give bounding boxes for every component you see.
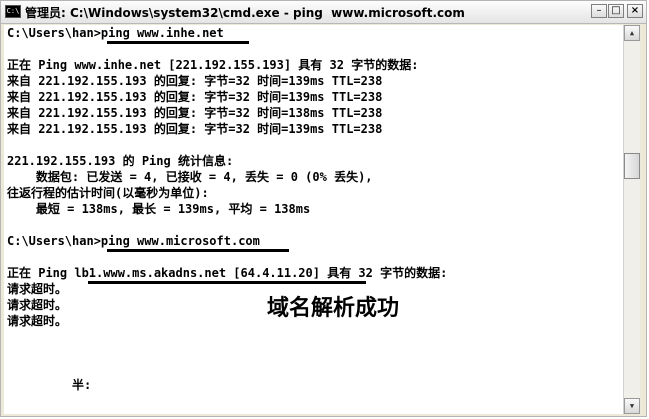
title-bar[interactable]: C:\ 管理员: C:\Windows\system32\cmd.exe - p… xyxy=(1,1,646,24)
cmd-window: C:\ 管理员: C:\Windows\system32\cmd.exe - p… xyxy=(0,0,647,417)
console-line: 正在 Ping lb1.www.ms.akadns.net [64.4.11.2… xyxy=(7,266,448,280)
console-line: C:\Users\han>ping www.inhe.net xyxy=(7,26,224,40)
annotation-label: 域名解析成功 xyxy=(267,296,400,321)
window-title: 管理员: C:\Windows\system32\cmd.exe - ping … xyxy=(25,6,465,20)
scroll-down-icon[interactable]: ▼ xyxy=(624,398,640,414)
console-line: C:\Users\han>ping www.microsoft.com xyxy=(7,234,260,248)
console-line: 来自 221.192.155.193 的回复: 字节=32 时间=139ms T… xyxy=(7,74,383,88)
console-line: 请求超时。 xyxy=(7,298,68,312)
console-line: 请求超时。 xyxy=(7,314,68,328)
command-underline xyxy=(107,249,289,252)
scroll-thumb[interactable] xyxy=(624,153,640,179)
scroll-up-icon[interactable]: ▲ xyxy=(624,25,640,41)
vertical-scrollbar[interactable]: ▲ ▼ xyxy=(623,25,640,414)
console-line: 来自 221.192.155.193 的回复: 字节=32 时间=139ms T… xyxy=(7,90,383,104)
maximize-button[interactable]: □ xyxy=(608,4,624,18)
console-line: 半: xyxy=(7,378,92,392)
command-underline xyxy=(107,41,249,44)
console-line: 来自 221.192.155.193 的回复: 字节=32 时间=139ms T… xyxy=(7,122,383,136)
resolved-host-underline xyxy=(88,281,366,284)
console-line: 221.192.155.193 的 Ping 统计信息: xyxy=(7,154,234,168)
console-line: 正在 Ping www.inhe.net [221.192.155.193] 具… xyxy=(7,58,419,72)
cmd-icon: C:\ xyxy=(5,5,21,18)
console-line: 往返行程的估计时间(以毫秒为单位): xyxy=(7,186,209,200)
console-output[interactable]: C:\Users\han>ping www.inhe.net 正在 Ping w… xyxy=(4,25,623,414)
console-line: 数据包: 已发送 = 4, 已接收 = 4, 丢失 = 0 (0% 丢失), xyxy=(7,170,373,184)
minimize-button[interactable]: – xyxy=(591,4,607,18)
console-line: 最短 = 138ms, 最长 = 139ms, 平均 = 138ms xyxy=(7,202,311,216)
close-button[interactable]: × xyxy=(627,4,643,18)
console-line: 来自 221.192.155.193 的回复: 字节=32 时间=138ms T… xyxy=(7,106,383,120)
console-line: 请求超时。 xyxy=(7,282,68,296)
